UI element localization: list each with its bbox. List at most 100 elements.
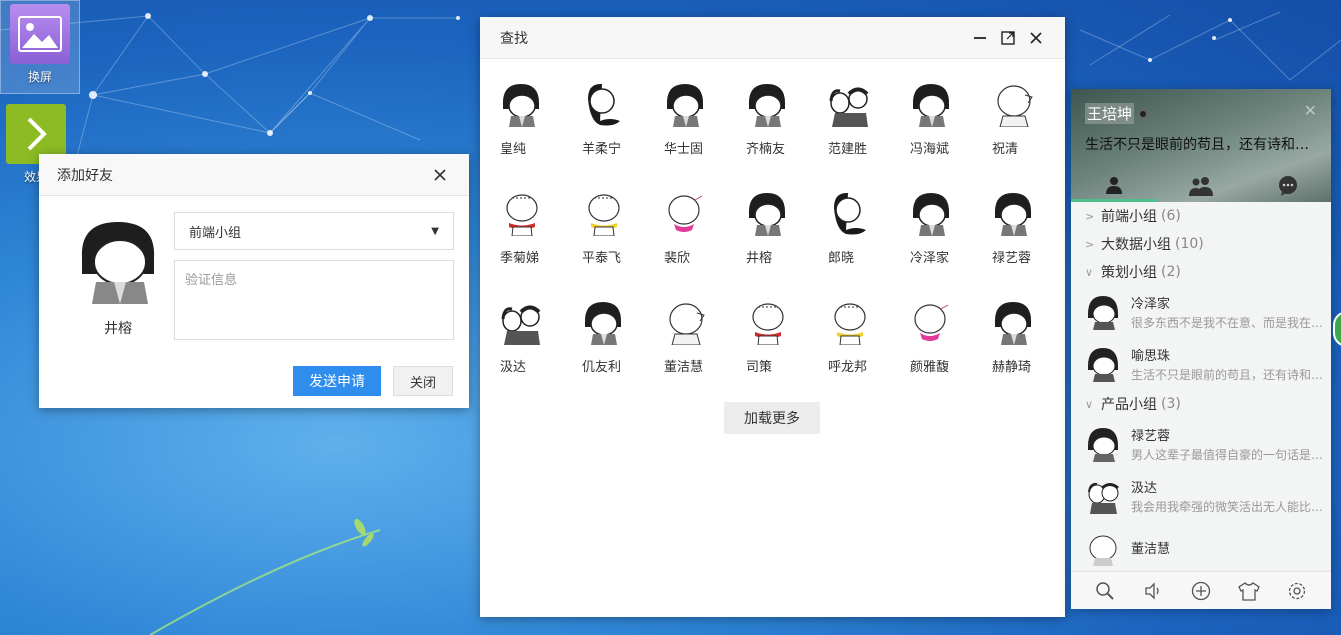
volume-icon[interactable]	[1141, 579, 1165, 603]
add-icon[interactable]	[1189, 579, 1213, 603]
users-icon	[1189, 177, 1213, 196]
friend-signature: 男人这辈子最值得自豪的一句话是：我的前任	[1131, 448, 1331, 462]
user-avatar	[994, 302, 1032, 345]
result-name: 羊柔宁	[582, 142, 622, 157]
profile-signature[interactable]: 生活不只是眼前的苟且，还有诗和远方的田野	[1085, 134, 1321, 154]
list-item[interactable]: 汲达 我会用我牵强的微笑活出无人能比的骄傲	[1071, 470, 1331, 522]
group-count: (2)	[1161, 264, 1181, 280]
chat-icon	[1278, 176, 1297, 196]
group-header[interactable]: > 前端小组 (6)	[1071, 202, 1331, 230]
user-avatar	[748, 84, 786, 127]
target-user: 井榕	[53, 214, 183, 338]
search-result-item[interactable]: 季菊娣	[488, 190, 568, 266]
group-name: 前端小组	[1101, 209, 1157, 225]
group-count: (3)	[1161, 396, 1181, 412]
search-result-item[interactable]: 羊柔宁	[570, 81, 650, 157]
result-name: 颜雅馥	[910, 360, 950, 375]
user-avatar	[669, 303, 705, 346]
desktop-icon-change-screen[interactable]: 换屏	[0, 0, 80, 94]
group-select[interactable]: 前端小组 ▼	[174, 212, 454, 250]
minimize-icon[interactable]	[969, 27, 991, 49]
search-result-item[interactable]: 冷泽家	[898, 190, 978, 266]
friend-name: 董洁慧	[1131, 541, 1171, 557]
list-item[interactable]: 禄艺蓉男人这辈子最值得自豪的一句话是：我的前任	[1071, 418, 1331, 470]
user-avatar	[81, 222, 155, 304]
tab-messages[interactable]	[1244, 170, 1331, 202]
friend-avatar	[1088, 296, 1118, 330]
friend-avatar	[1088, 482, 1119, 514]
result-name: 郎晓	[828, 251, 855, 266]
load-more-button[interactable]: 加载更多	[724, 402, 820, 434]
maximize-icon[interactable]	[997, 27, 1019, 49]
search-result-item[interactable]: 赫静琦	[980, 299, 1060, 375]
search-result-item[interactable]: 司策	[734, 299, 814, 375]
user-avatar	[501, 305, 541, 345]
friend-list: > 前端小组 (6) > 大数据小组 (10) ∨ 策划小组 (2) 冷泽家 很多东西不是我不…	[1071, 202, 1331, 572]
group-header[interactable]: > 大数据小组 (10)	[1071, 230, 1331, 258]
window-title: 查找	[500, 30, 528, 47]
verify-message-input[interactable]: 验证信息	[174, 260, 454, 340]
close-icon[interactable]: ✕	[1304, 101, 1317, 120]
group-header[interactable]: ∨ 产品小组 (3)	[1071, 390, 1331, 418]
friend-avatar	[1088, 428, 1118, 462]
caret-down-icon: ▼	[431, 225, 439, 237]
search-result-item[interactable]: 平泰飞	[570, 190, 650, 266]
result-name: 司策	[746, 360, 773, 375]
search-result-item[interactable]: 冯海斌	[898, 81, 978, 157]
search-result-item[interactable]: 裴欣	[652, 190, 732, 266]
search-result-item[interactable]: 华士固	[652, 81, 732, 157]
search-result-item[interactable]: 井榕	[734, 190, 814, 266]
search-result-item[interactable]: 颜雅馥	[898, 299, 978, 375]
list-item[interactable]: 冷泽家很多东西不是我不在意、而是我在意了又能怎样	[1071, 286, 1331, 338]
search-result-item[interactable]: 郎晓	[816, 190, 896, 266]
settings-icon[interactable]	[1285, 579, 1309, 603]
chevron-right-icon: >	[1085, 237, 1095, 251]
tab-groups[interactable]	[1158, 170, 1245, 202]
group-name: 产品小组	[1101, 397, 1157, 413]
result-name: 齐楠友	[746, 142, 786, 157]
search-icon[interactable]	[1093, 579, 1117, 603]
result-name: 董洁慧	[664, 360, 704, 375]
search-result-item[interactable]: 皇纯	[488, 81, 568, 157]
user-avatar	[748, 193, 786, 236]
user-avatar	[752, 303, 784, 346]
user-avatar	[914, 304, 949, 341]
dialog-title: 添加好友	[57, 167, 113, 184]
close-icon[interactable]	[1025, 27, 1047, 49]
close-icon[interactable]	[429, 164, 451, 186]
result-name: 祝清	[992, 142, 1019, 157]
user-name: 井榕	[104, 321, 132, 337]
panel-tabs	[1071, 170, 1331, 202]
profile-user: 王培坤	[1085, 103, 1149, 124]
user-avatar	[502, 84, 540, 127]
group-count: (10)	[1175, 236, 1204, 252]
search-result-item[interactable]: 仉友利	[570, 299, 650, 375]
list-item[interactable]: 董洁慧	[1071, 522, 1331, 572]
list-item[interactable]: 喻思珠 生活不只是眼前的苟且，还有诗和远方	[1071, 338, 1331, 390]
status-icon[interactable]	[1138, 108, 1149, 119]
profile-name[interactable]: 王培坤	[1085, 103, 1135, 124]
friend-avatar	[1089, 535, 1117, 566]
search-result-item[interactable]: 范建胜	[816, 81, 896, 157]
search-result-item[interactable]: 齐楠友	[734, 81, 814, 157]
group-header[interactable]: ∨ 策划小组 (2)	[1071, 258, 1331, 286]
user-avatar	[588, 194, 620, 237]
panel-toolbar	[1071, 571, 1331, 609]
friend-name: 禄艺蓉	[1131, 429, 1171, 444]
close-button[interactable]: 关闭	[393, 366, 453, 396]
search-result-item[interactable]: 禄艺蓉	[980, 190, 1060, 266]
search-result-item[interactable]: 呼龙邦	[816, 299, 896, 375]
tab-friends[interactable]	[1071, 170, 1158, 202]
chevron-down-icon: ∨	[1085, 397, 1094, 411]
result-name: 呼龙邦	[828, 360, 868, 375]
profile-header: 王培坤 ✕ 生活不只是眼前的苟且，还有诗和远方的田野	[1071, 89, 1331, 202]
friend-name: 冷泽家	[1131, 297, 1171, 312]
user-avatar	[834, 303, 866, 346]
skin-icon[interactable]	[1237, 579, 1261, 603]
send-request-button[interactable]: 发送申请	[293, 366, 381, 396]
search-result-item[interactable]: 祝清	[980, 81, 1060, 157]
group-name: 策划小组	[1101, 265, 1157, 281]
add-friend-titlebar: 添加好友	[39, 154, 469, 196]
search-result-item[interactable]: 董洁慧	[652, 299, 732, 375]
search-result-item[interactable]: 汲达	[488, 299, 568, 375]
